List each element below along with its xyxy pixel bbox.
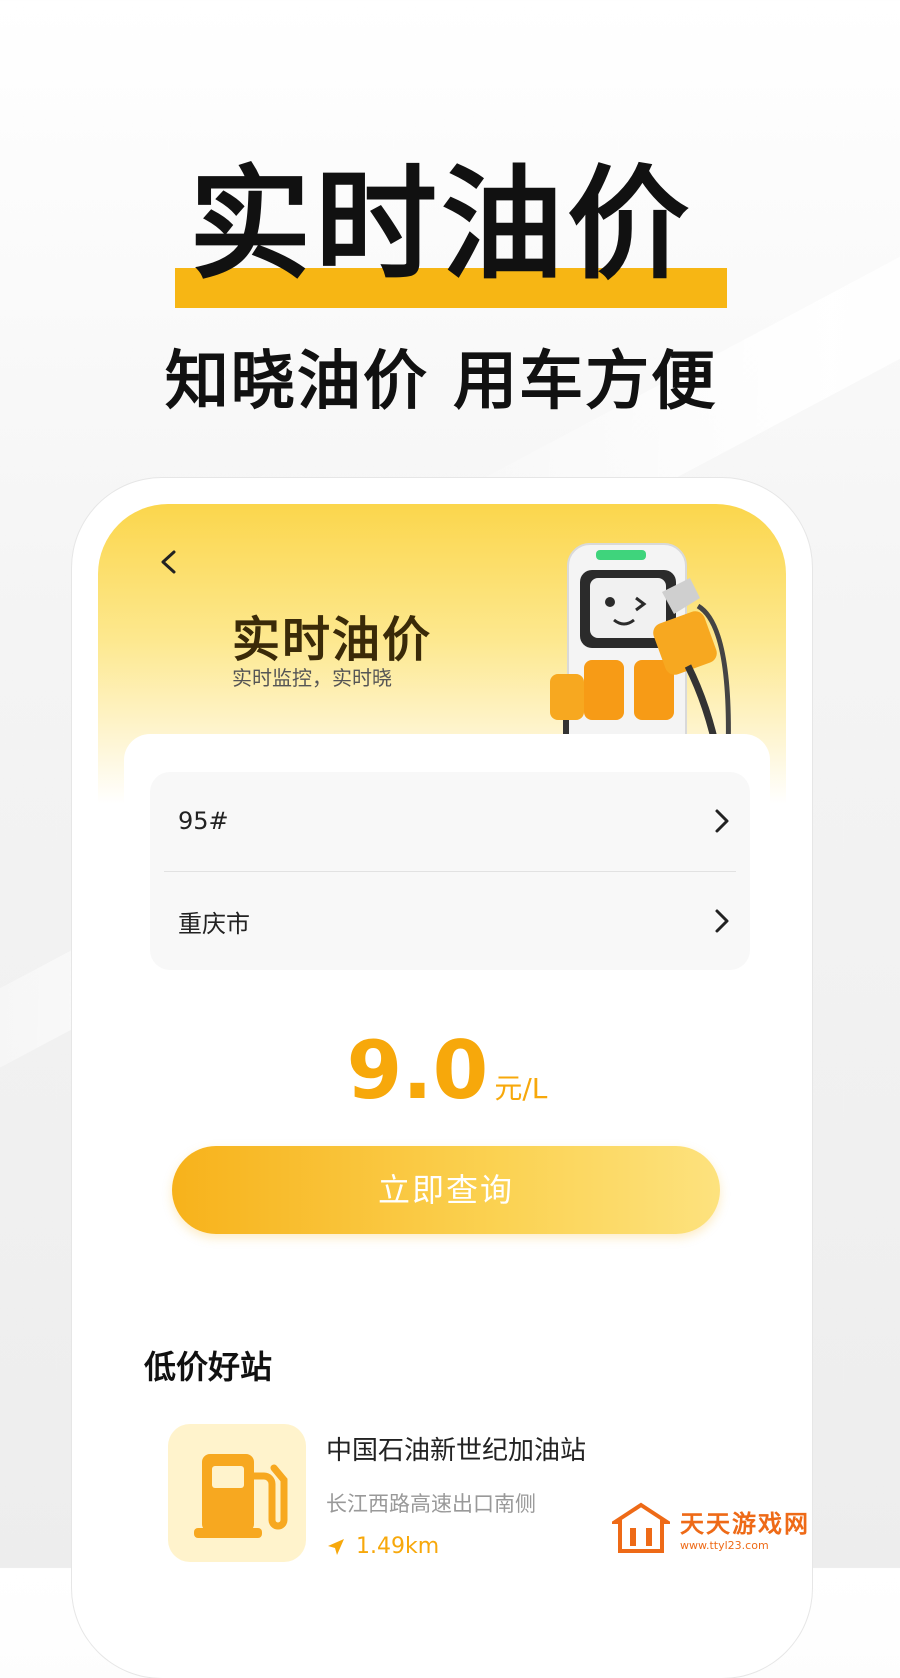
- city-selector[interactable]: 重庆市: [150, 872, 750, 970]
- promo-headline: 实时油价: [0, 150, 882, 308]
- price-unit: 元/L: [494, 1072, 548, 1105]
- station-address: 长江西路高速出口南侧: [326, 1492, 536, 1516]
- back-arrow-icon[interactable]: [156, 549, 182, 575]
- station-thumbnail[interactable]: [168, 1424, 306, 1562]
- query-button[interactable]: 立即查询: [172, 1146, 720, 1234]
- watermark-name: 天天游戏网: [680, 1510, 810, 1538]
- station-name[interactable]: 中国石油新世纪加油站: [326, 1430, 586, 1467]
- station-distance-value: 1.49km: [356, 1534, 440, 1559]
- promo-title: 实时油价: [189, 154, 693, 296]
- navigation-arrow-icon: [328, 1538, 344, 1555]
- cheap-stations-section: 低价好站 中国石油新世纪加油站 长江西路高速出口南侧 1.49km: [124, 1312, 770, 1632]
- price-value: 9.0: [346, 1024, 489, 1117]
- page-title: 实时油价: [232, 612, 433, 668]
- fuel-pump-icon: [194, 1454, 288, 1538]
- chevron-right-icon: [715, 909, 729, 933]
- fuel-pump-illustration-icon: [550, 543, 731, 758]
- promo-subtitle: 知晓油价 用车方便: [164, 345, 718, 419]
- station-distance: 1.49km: [326, 1534, 439, 1559]
- fuel-type-selector[interactable]: 95#: [150, 772, 750, 870]
- logo-icon: [612, 1502, 670, 1553]
- city-value: 重庆市: [178, 909, 250, 938]
- watermark-url: www.ttyl23.com: [680, 1539, 769, 1552]
- query-selector: 95# 重庆市: [150, 772, 750, 970]
- watermark: 天天游戏网 www.ttyl23.com: [612, 1498, 852, 1558]
- page-subtitle: 实时监控，实时晓: [232, 666, 392, 690]
- fuel-type-value: 95#: [178, 807, 229, 835]
- price-display: 9.0 元/L: [124, 1024, 770, 1117]
- chevron-right-icon: [715, 809, 729, 833]
- section-title: 低价好站: [144, 1348, 273, 1386]
